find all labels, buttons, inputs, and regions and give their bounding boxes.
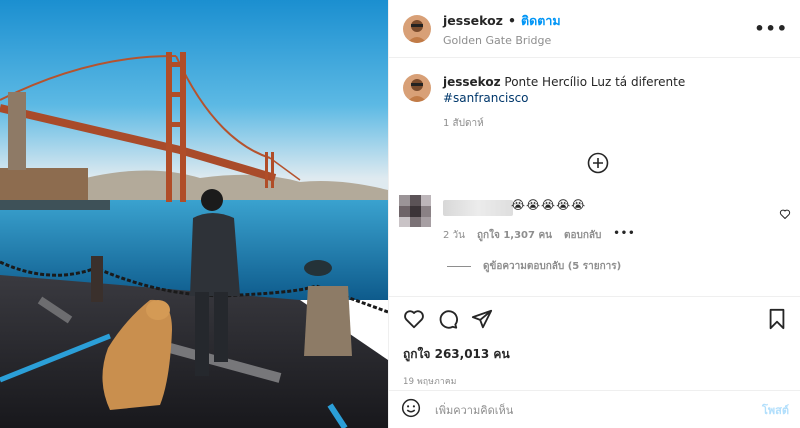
comment-likes-count[interactable]: ถูกใจ 1,307 คน bbox=[477, 228, 552, 243]
smiley-icon bbox=[401, 398, 421, 417]
follow-button[interactable]: ติดตาม bbox=[521, 11, 561, 31]
blurred-avatar-image bbox=[399, 195, 431, 227]
caption-hashtag[interactable]: #sanfrancisco bbox=[443, 91, 529, 105]
blurred-commenter-name[interactable] bbox=[443, 200, 513, 216]
author-avatar[interactable] bbox=[403, 14, 431, 43]
like-button[interactable] bbox=[403, 308, 425, 334]
comment-like-button[interactable] bbox=[779, 205, 791, 224]
save-button[interactable] bbox=[767, 308, 787, 334]
golden-gate-photo bbox=[0, 0, 388, 428]
comment-more-icon[interactable]: ••• bbox=[613, 228, 635, 243]
location-link[interactable]: Golden Gate Bridge bbox=[443, 34, 561, 47]
caption-username[interactable]: jessekoz bbox=[443, 75, 501, 89]
comment-input[interactable]: เพิ่มความคิดเห็น bbox=[435, 401, 762, 419]
next-comment-peek bbox=[399, 288, 791, 296]
plus-circle-icon bbox=[587, 152, 609, 174]
comment-meta: 2 วัน ถูกใจ 1,307 คน ตอบกลับ ••• bbox=[443, 228, 636, 243]
post-actions: ถูกใจ 263,013 คน 19 พฤษภาคม bbox=[389, 296, 800, 388]
heart-icon bbox=[404, 310, 424, 329]
comment-age: 2 วัน bbox=[443, 230, 465, 241]
post-comment-button[interactable]: โพสต์ bbox=[762, 401, 789, 419]
more-options-icon[interactable]: ••• bbox=[754, 19, 788, 38]
author-username[interactable]: jessekoz bbox=[443, 13, 503, 28]
bookmark-icon bbox=[769, 308, 785, 330]
commenter-avatar[interactable] bbox=[399, 195, 431, 227]
caption-avatar[interactable] bbox=[403, 74, 431, 102]
avatar-image bbox=[403, 14, 431, 43]
caption-time: 1 สัปดาห์ bbox=[443, 118, 484, 129]
avatar-image bbox=[403, 74, 431, 102]
post-caption: jessekoz Ponte Hercílio Luz tá diferente… bbox=[403, 74, 783, 132]
paper-plane-icon bbox=[471, 309, 493, 329]
load-more-comments-button[interactable] bbox=[587, 152, 609, 178]
view-replies-button[interactable]: ดูข้อความตอบกลับ (5 รายการ) bbox=[447, 259, 621, 274]
post-photo[interactable] bbox=[0, 0, 388, 428]
emoji-button[interactable] bbox=[401, 398, 421, 422]
comment-text: 😭😭😭😭😭 bbox=[511, 198, 587, 212]
comment-button[interactable] bbox=[437, 308, 459, 334]
post-header: jessekoz • ติดตาม Golden Gate Bridge ••• bbox=[389, 0, 800, 58]
heart-icon bbox=[779, 209, 791, 219]
post-details-panel: jessekoz • ติดตาม Golden Gate Bridge •••… bbox=[388, 0, 800, 428]
share-button[interactable] bbox=[471, 308, 493, 334]
view-replies-label: ดูข้อความตอบกลับ (5 รายการ) bbox=[483, 261, 622, 272]
likes-count[interactable]: ถูกใจ 263,013 คน bbox=[403, 345, 787, 364]
caption-text: Ponte Hercílio Luz tá diferente bbox=[504, 75, 686, 89]
comment-reply-button[interactable]: ตอบกลับ bbox=[564, 228, 601, 243]
post-date[interactable]: 19 พฤษภาคม bbox=[403, 374, 787, 388]
replies-divider bbox=[447, 266, 471, 267]
add-comment-bar: เพิ่มความคิดเห็น โพสต์ bbox=[389, 390, 800, 428]
comment-bubble-icon bbox=[439, 310, 458, 329]
separator-dot: • bbox=[507, 13, 516, 28]
